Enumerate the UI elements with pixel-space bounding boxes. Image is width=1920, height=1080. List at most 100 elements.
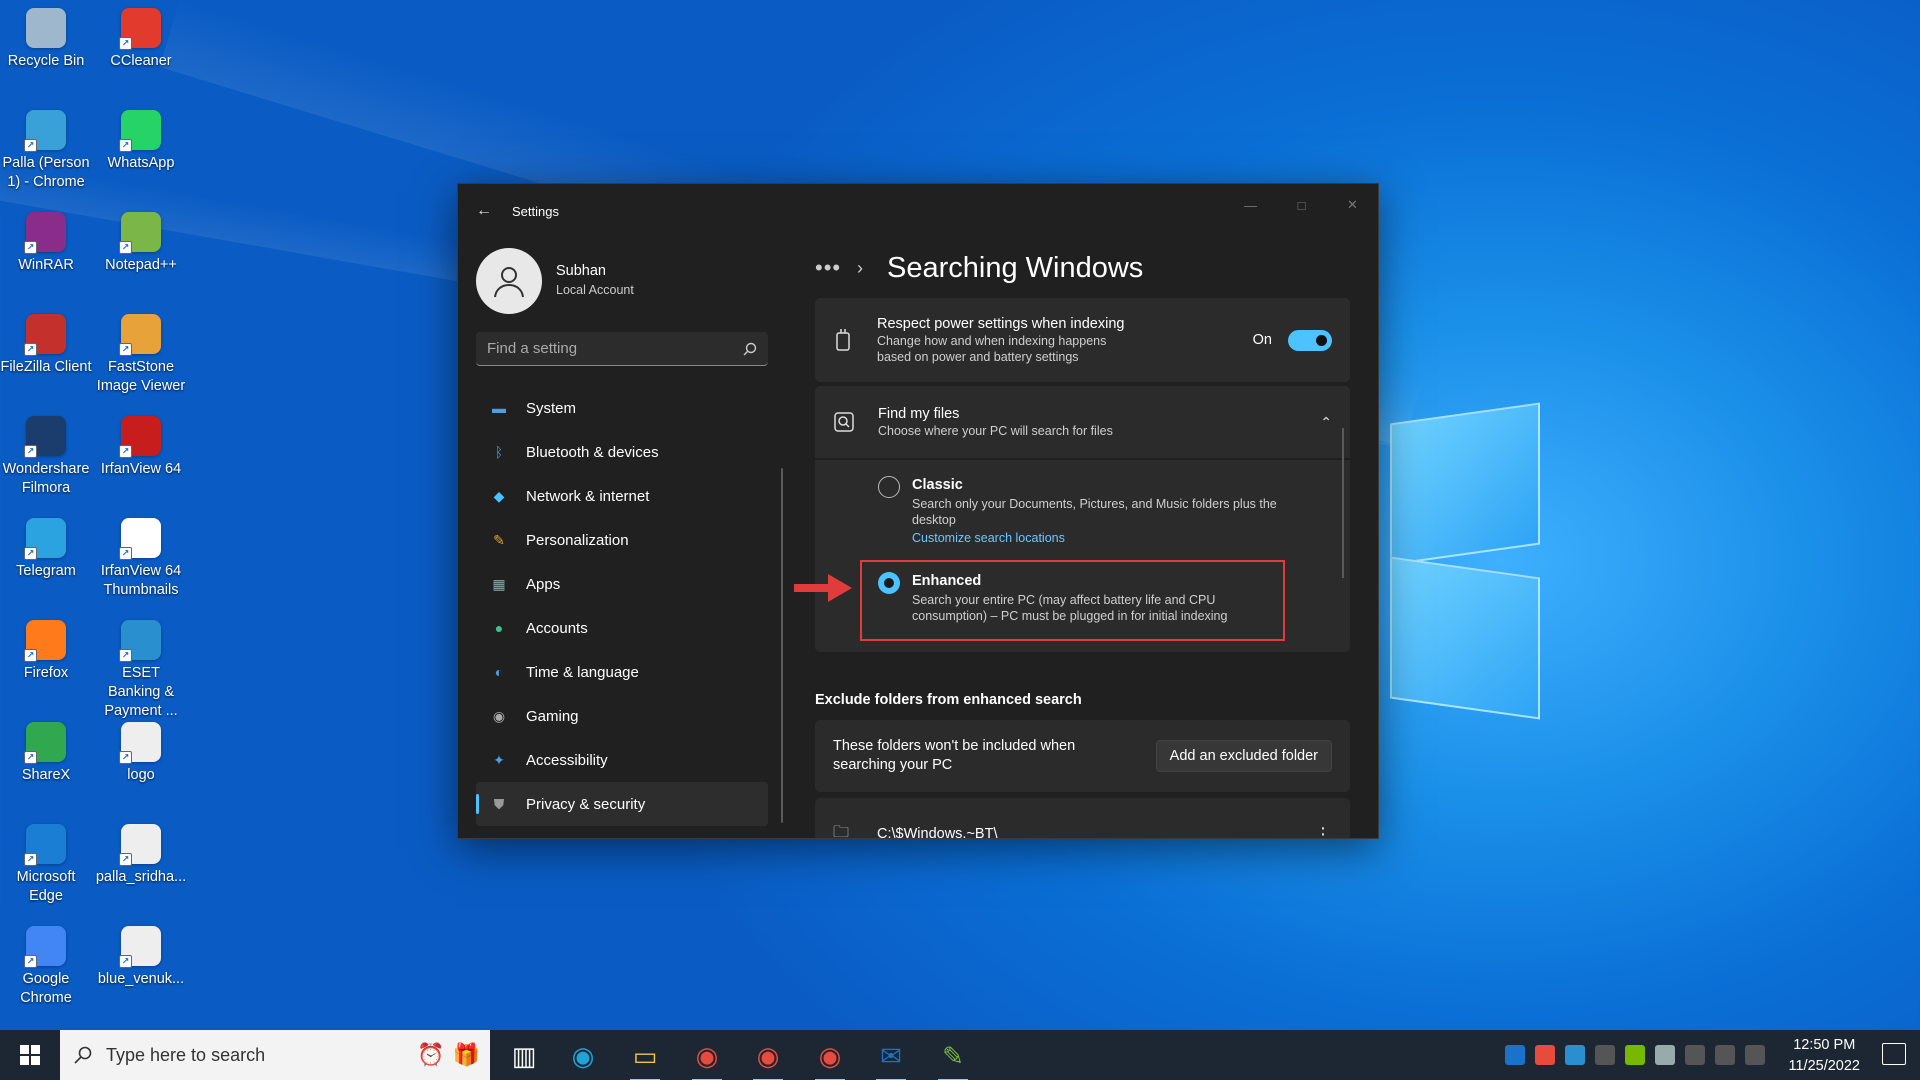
nvidia-icon[interactable]: [1625, 1045, 1645, 1065]
desktop-icon-telegram[interactable]: ↗ Telegram: [0, 518, 92, 581]
sidebar-item-bluetooth-devices[interactable]: ᛒ Bluetooth & devices: [476, 430, 768, 474]
folder-icon: 🗀: [833, 823, 850, 839]
desktop-icon-label: palla_sridha...: [95, 869, 187, 885]
sidebar-item-privacy-security[interactable]: ⛊ Privacy & security: [476, 782, 768, 826]
find-files-desc: Choose where your PC will search for fil…: [878, 424, 1113, 438]
time: 12:50 PM: [1793, 1037, 1856, 1053]
desktop-icon-edge[interactable]: ↗ Microsoft Edge: [0, 824, 92, 906]
desktop-icon-ccleaner[interactable]: ↗ CCleaner: [95, 8, 187, 71]
sidebar-item-time-language[interactable]: ◐ Time & language: [476, 650, 768, 694]
find-my-files-header[interactable]: Find my files Choose where your PC will …: [815, 386, 1350, 458]
sidebar-item-personalization[interactable]: ✎ Personalization: [476, 518, 768, 562]
taskbar-search-box[interactable]: Type here to search ⏰ 🎁: [60, 1030, 490, 1080]
bluetooth-icon: ᛒ: [494, 444, 504, 460]
account-type: Local Account: [556, 283, 634, 297]
blue-venuk-file-icon: ↗: [119, 926, 161, 968]
chrome-profile-2-icon[interactable]: ◉: [812, 1038, 848, 1080]
sidebar-item-network-internet[interactable]: ◆ Network & internet: [476, 474, 768, 518]
desktop-icon-whatsapp[interactable]: ↗ WhatsApp: [95, 110, 187, 173]
maximize-button[interactable]: □: [1276, 190, 1327, 220]
desktop-icon-label: CCleaner: [110, 53, 172, 69]
desktop-icon-chrome-profile[interactable]: ↗ Palla (Person 1) - Chrome: [0, 110, 92, 192]
security-icon[interactable]: [1685, 1045, 1705, 1065]
desktop-icon-label: blue_venuk...: [97, 971, 185, 987]
file-explorer-icon[interactable]: ▭: [627, 1038, 663, 1080]
outlook-icon[interactable]: ✉: [873, 1038, 909, 1080]
find-files-title: Find my files: [878, 406, 960, 422]
find-setting-input[interactable]: Find a setting: [476, 332, 768, 366]
volume-icon[interactable]: [1745, 1045, 1765, 1065]
palla-file-icon: ↗: [119, 824, 161, 866]
gift-icon[interactable]: 🎁: [453, 1042, 480, 1068]
alarm-clock-icon[interactable]: ⏰: [417, 1042, 444, 1068]
sidebar-item-system[interactable]: ▬ System: [476, 386, 768, 430]
content-scrollbar[interactable]: [1342, 428, 1344, 578]
close-button[interactable]: ✕: [1327, 190, 1378, 220]
user-profile[interactable]: Subhan Local Account: [458, 238, 783, 314]
nav-list: ▬ System ᛒ Bluetooth & devices ◆ Network & in…: [458, 386, 783, 826]
usb-icon[interactable]: [1595, 1045, 1615, 1065]
start-button[interactable]: [0, 1030, 60, 1080]
power-title: Respect power settings when indexing: [877, 316, 1125, 332]
user-name: Subhan: [556, 263, 606, 279]
search-icon: [74, 1046, 92, 1064]
notepad-plus-plus-icon[interactable]: ✎: [935, 1038, 971, 1080]
sidebar-item-label: Time & language: [526, 663, 639, 681]
sidebar-item-label: System: [526, 399, 577, 417]
desktop-icon-faststone[interactable]: ↗ FastStone Image Viewer: [95, 314, 187, 396]
desktop-icon-firefox[interactable]: ↗ Firefox: [0, 620, 92, 683]
customize-search-locations-link[interactable]: Customize search locations: [912, 531, 1277, 545]
sidebar-scrollbar[interactable]: [781, 468, 783, 823]
exclude-desc-1: These folders won't be included when: [833, 738, 1076, 754]
desktop-icon-notepad-plus-plus[interactable]: ↗ Notepad++: [95, 212, 187, 275]
chrome-tray-icon[interactable]: [1535, 1045, 1555, 1065]
more-options-icon[interactable]: ⋮: [1314, 824, 1332, 839]
clock[interactable]: 12:50 PM 11/25/2022: [1789, 1035, 1861, 1077]
desktop-icon-label: Microsoft Edge: [16, 869, 76, 904]
desktop-icon-irfanview-thumbnails[interactable]: ↗ IrfanView 64 Thumbnails: [95, 518, 187, 600]
onedrive-icon[interactable]: [1655, 1045, 1675, 1065]
desktop-icon-recycle-bin[interactable]: Recycle Bin: [0, 8, 92, 71]
whatsapp-icon: ↗: [119, 110, 161, 152]
chevron-right-icon: ›: [857, 257, 863, 278]
eset-tray-icon[interactable]: [1565, 1045, 1585, 1065]
chrome-profile-icon[interactable]: ◉: [750, 1038, 786, 1080]
desktop-icon-irfanview[interactable]: ↗ IrfanView 64: [95, 416, 187, 479]
classic-option[interactable]: Classic Search only your Documents, Pict…: [878, 476, 1277, 545]
sidebar-item-apps[interactable]: ▦ Apps: [476, 562, 768, 606]
desktop-icon-palla-file[interactable]: ↗ palla_sridha...: [95, 824, 187, 887]
edge-icon[interactable]: ◉: [565, 1038, 601, 1074]
chrome-icon[interactable]: ◉: [689, 1038, 725, 1080]
desktop-icon-sharex[interactable]: ↗ ShareX: [0, 722, 92, 785]
minimize-button[interactable]: —: [1225, 190, 1276, 220]
sharex-icon: ↗: [24, 722, 66, 764]
desktop-icon-chrome[interactable]: ↗ Google Chrome: [0, 926, 92, 1008]
sidebar-item-gaming[interactable]: ◉ Gaming: [476, 694, 768, 738]
desktop-icon-filmora[interactable]: ↗ Wondershare Filmora: [0, 416, 92, 498]
add-excluded-folder-button[interactable]: Add an excluded folder: [1155, 740, 1332, 772]
desktop-icon-eset[interactable]: ↗ ESET Banking & Payment ...: [95, 620, 187, 721]
sidebar-item-accounts[interactable]: ● Accounts: [476, 606, 768, 650]
outlook-tray-icon[interactable]: [1505, 1045, 1525, 1065]
window-title: Settings: [512, 203, 559, 219]
task-view-icon[interactable]: ▥: [506, 1038, 542, 1074]
network-icon[interactable]: [1715, 1045, 1735, 1065]
chevron-up-icon[interactable]: ⌃: [1320, 414, 1332, 431]
page-title: Searching Windows: [887, 251, 1144, 284]
back-arrow-icon[interactable]: ←: [476, 202, 498, 220]
power-indexing-toggle[interactable]: [1288, 329, 1332, 351]
classic-radio[interactable]: [878, 476, 900, 498]
sidebar-item-accessibility[interactable]: ✦ Accessibility: [476, 738, 768, 782]
desktop-icon-winrar[interactable]: ↗ WinRAR: [0, 212, 92, 275]
desktop-icon-filezilla[interactable]: ↗ FileZilla Client: [0, 314, 92, 377]
breadcrumb-more-button[interactable]: •••: [815, 255, 857, 281]
classic-desc-2: desktop: [912, 513, 956, 527]
desktop-icon-blue-venuk-file[interactable]: ↗ blue_venuk...: [95, 926, 187, 989]
desktop-icon-logo-file[interactable]: ↗ logo: [95, 722, 187, 785]
apps-icon: ▦: [492, 575, 506, 592]
telegram-icon: ↗: [24, 518, 66, 560]
exclude-desc-2: searching your PC: [833, 757, 953, 773]
sidebar: Subhan Local Account Find a setting ▬ Sys…: [458, 238, 783, 838]
notification-center-icon[interactable]: [1882, 1043, 1906, 1065]
faststone-icon: ↗: [119, 314, 161, 356]
